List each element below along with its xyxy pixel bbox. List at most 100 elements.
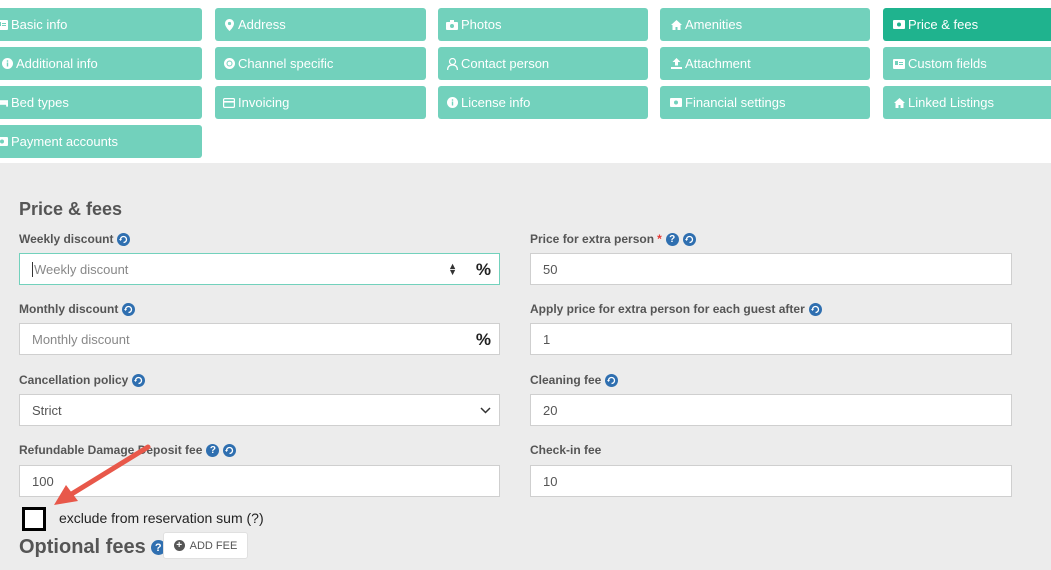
tab-label: Payment accounts — [11, 134, 118, 149]
label-text: Monthly discount — [19, 302, 119, 316]
tab-label: Bed types — [11, 95, 69, 110]
tab-label: Basic info — [11, 17, 68, 32]
label-text: Price for extra person — [530, 232, 655, 246]
tab-price-fees[interactable]: Price & fees — [883, 8, 1051, 41]
tab-payment-accounts[interactable]: Payment accounts — [0, 125, 202, 158]
tab-address[interactable]: Address — [215, 8, 426, 41]
extra-person-after-label: Apply price for extra person for each gu… — [530, 302, 822, 316]
home-icon — [893, 97, 905, 109]
tab-label: Additional info — [16, 56, 98, 71]
optional-fees-heading: Optional fees ? — [19, 536, 166, 559]
tab-invoicing[interactable]: Invoicing — [215, 86, 426, 119]
tab-label: Amenities — [685, 17, 743, 32]
label-text: Weekly discount — [19, 232, 114, 246]
tab-label: Custom fields — [908, 56, 987, 71]
tab-label: Channel specific — [238, 56, 334, 71]
section-title: Price & fees — [19, 199, 123, 219]
tab-contact-person[interactable]: Contact person — [438, 47, 648, 80]
tab-label: Attachment — [685, 56, 751, 71]
input-value: 50 — [543, 261, 558, 277]
tab-channel-specific[interactable]: Channel specific — [215, 47, 426, 80]
tab-label: Invoicing — [238, 95, 290, 110]
weekly-discount-label: Weekly discount — [19, 232, 131, 246]
globe-icon — [223, 58, 235, 70]
bed-icon — [0, 97, 8, 109]
tab-bed-types[interactable]: Bed types — [0, 86, 202, 119]
map-marker-icon — [223, 18, 235, 31]
cleaning-fee-label: Cleaning fee — [530, 373, 619, 387]
tab-basic-info[interactable]: Basic info — [0, 8, 202, 41]
input-value: 10 — [543, 473, 558, 489]
button-label: ADD FEE — [189, 539, 238, 552]
tab-amenities[interactable]: Amenities — [660, 8, 870, 41]
add-fee-button[interactable]: + ADD FEE — [163, 532, 248, 559]
tab-linked-listings[interactable]: Linked Listings — [883, 86, 1051, 119]
tab-label: License info — [461, 95, 531, 110]
percent-suffix: % — [475, 330, 491, 349]
user-icon — [446, 57, 458, 70]
money-icon — [670, 97, 682, 109]
tab-financial-settings[interactable]: Financial settings — [660, 86, 870, 119]
home-icon — [670, 19, 682, 31]
input-value: 1 — [543, 331, 551, 347]
help-icon[interactable]: ? — [206, 443, 220, 457]
money-icon — [0, 136, 8, 148]
address-card-icon — [893, 58, 905, 70]
tab-custom-fields[interactable]: Custom fields — [883, 47, 1051, 80]
percent-suffix: % — [475, 260, 491, 279]
id-card-icon — [0, 19, 8, 31]
chevron-down-icon — [480, 404, 491, 419]
refresh-icon[interactable] — [122, 302, 136, 316]
monthly-discount-placeholder: Monthly discount — [32, 331, 130, 347]
plus-circle-icon: + — [173, 540, 185, 551]
cancellation-policy-label: Cancellation policy — [19, 373, 146, 387]
tab-label: Financial settings — [685, 95, 786, 110]
upload-icon — [670, 58, 682, 70]
annotation-arrow — [54, 444, 151, 505]
weekly-discount-input[interactable]: Weekly discount ▲ ▼ % — [19, 253, 500, 285]
label-text: Cancellation policy — [19, 373, 129, 387]
text-caret — [32, 261, 33, 277]
money-icon — [893, 19, 905, 31]
refresh-icon[interactable] — [808, 302, 822, 316]
tab-license-info[interactable]: License info — [438, 86, 648, 119]
tab-photos[interactable]: Photos — [438, 8, 648, 41]
help-icon[interactable]: ? — [665, 232, 679, 246]
label-text: Apply price for extra person for each gu… — [530, 302, 805, 316]
camera-icon — [446, 19, 458, 31]
heading-text: Optional fees — [19, 536, 146, 558]
checkin-fee-input[interactable]: 10 — [530, 465, 1012, 497]
credit-card-icon — [223, 97, 235, 109]
cleaning-fee-input[interactable]: 20 — [530, 394, 1012, 426]
tab-additional-info[interactable]: Additional info — [0, 47, 202, 80]
extra-person-after-input[interactable]: 1 — [530, 323, 1012, 355]
refresh-icon[interactable] — [117, 232, 131, 246]
info-circle-icon — [446, 97, 458, 109]
monthly-discount-label: Monthly discount — [19, 302, 136, 316]
tab-attachment[interactable]: Attachment — [660, 47, 870, 80]
selected-value: Strict — [32, 402, 62, 418]
extra-person-price-input[interactable]: 50 — [530, 253, 1012, 285]
refresh-icon[interactable] — [682, 232, 696, 246]
input-value: 20 — [543, 402, 558, 418]
monthly-discount-input[interactable]: Monthly discount % — [19, 323, 500, 355]
refresh-icon[interactable] — [223, 443, 237, 457]
extra-person-price-label: Price for extra person * ? — [530, 232, 696, 246]
weekly-discount-placeholder: Weekly discount — [34, 261, 129, 277]
label-text: Check-in fee — [530, 443, 602, 457]
tab-label: Price & fees — [908, 17, 979, 32]
refresh-icon[interactable] — [605, 373, 619, 387]
cancellation-policy-select[interactable]: Strict — [19, 394, 500, 426]
checkin-fee-label: Check-in fee — [530, 443, 601, 457]
required-marker: * — [657, 232, 662, 246]
listing-tabs: Basic info Address Photos Amenities Pric… — [0, 0, 1051, 163]
price-fees-panel: Price & fees Weekly discount Weekly disc… — [0, 163, 1051, 570]
tab-label: Linked Listings — [908, 95, 994, 110]
tab-label: Contact person — [461, 56, 550, 71]
refresh-icon[interactable] — [132, 373, 146, 387]
tab-label: Address — [238, 17, 286, 32]
tab-label: Photos — [461, 17, 502, 32]
number-spinner-icon[interactable]: ▲ ▼ — [448, 262, 457, 277]
info-circle-icon — [1, 58, 13, 70]
label-text: Cleaning fee — [530, 373, 602, 387]
